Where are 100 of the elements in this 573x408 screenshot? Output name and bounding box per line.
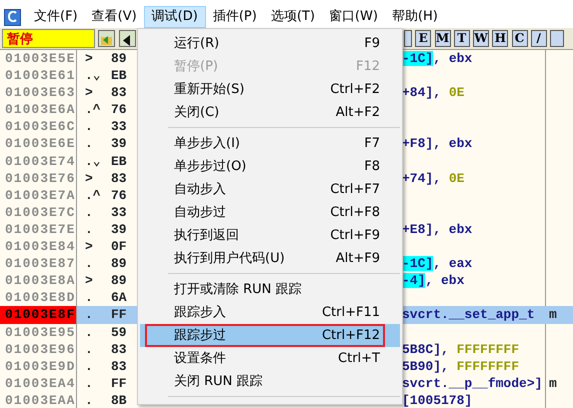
menu-item[interactable]: 窗口(W) bbox=[322, 6, 385, 28]
menu-item[interactable]: 帮助(H) bbox=[384, 6, 445, 28]
jump-mark: . bbox=[84, 392, 94, 408]
hex-cell: 39 bbox=[111, 222, 127, 237]
menu-item[interactable]: 查看(V) bbox=[84, 6, 144, 28]
menu-item[interactable]: 重新开始(S) Ctrl+F2 bbox=[140, 78, 400, 101]
jump-mark: . bbox=[77, 306, 108, 324]
address-cell: 01003E87 bbox=[0, 255, 77, 272]
comment-cell-text: m bbox=[548, 374, 558, 392]
menu-item[interactable]: 文件(F) bbox=[27, 6, 85, 28]
shortcut-label: Alt+F9 bbox=[336, 250, 380, 268]
toolbar-button[interactable] bbox=[550, 30, 564, 47]
app-icon[interactable] bbox=[4, 8, 21, 26]
menu-item[interactable]: 关闭 RUN 跟踪 bbox=[140, 370, 400, 393]
jump-mark: > bbox=[84, 170, 94, 187]
toolbar-button[interactable] bbox=[404, 30, 412, 47]
menu-item[interactable]: 单步步过(O) F8 bbox=[140, 155, 400, 178]
menu-item[interactable]: 跟踪步入 Ctrl+F11 bbox=[140, 301, 400, 324]
disassembly-cell-text: [1005178] bbox=[402, 392, 474, 408]
shortcut-label: Ctrl+F2 bbox=[330, 81, 380, 99]
toolbar-button[interactable]: T bbox=[454, 30, 470, 47]
toolbar-button[interactable]: M bbox=[434, 30, 450, 47]
address-cell: 01003E74 bbox=[0, 152, 77, 170]
toolbar-button[interactable]: E bbox=[415, 30, 432, 47]
shortcut-label: F12 bbox=[356, 58, 380, 76]
menu-item[interactable]: 设置条件 Ctrl+T bbox=[140, 347, 400, 370]
menu-item-label: 执行到用户代码(U) bbox=[174, 250, 285, 268]
hex-cell: 39 bbox=[111, 136, 127, 152]
jump-mark: > bbox=[84, 84, 94, 102]
shortcut-label: F7 bbox=[364, 135, 380, 153]
menu-item[interactable]: 打开或清除 RUN 跟踪 bbox=[140, 278, 400, 301]
disassembly-cell-text: -4], ebx bbox=[402, 272, 466, 290]
shortcut-label: F9 bbox=[364, 35, 380, 53]
jump-mark: . bbox=[84, 118, 94, 136]
hex-cell: 33 bbox=[111, 204, 127, 220]
address-cell: 01003E7E bbox=[0, 220, 77, 238]
hex-cell: 59 bbox=[111, 324, 127, 340]
disassembly-cell-text: 5B90], FFFFFFFF bbox=[402, 358, 520, 375]
address-cell: 01003EA4 bbox=[0, 374, 77, 392]
toolbar-button[interactable]: / bbox=[530, 30, 547, 47]
hex-cell: 6A bbox=[111, 290, 127, 306]
menu-item[interactable]: 单步步入(I) F7 bbox=[140, 132, 400, 155]
shortcut-label: Ctrl+F7 bbox=[330, 181, 380, 199]
toolbar-button[interactable]: W bbox=[473, 30, 489, 47]
jump-mark: .^ bbox=[84, 101, 102, 118]
menu-item[interactable]: 运行(R) F9 bbox=[140, 32, 400, 55]
jump-mark: . bbox=[84, 340, 94, 358]
hex-cell: 83 bbox=[111, 170, 127, 186]
toolbar-button[interactable]: H bbox=[492, 30, 508, 47]
menu-item[interactable]: 执行到返回 Ctrl+F9 bbox=[140, 224, 400, 247]
menu-item-label: 执行到返回 bbox=[174, 227, 239, 245]
menu-item[interactable]: 执行到用户代码(U) Alt+F9 bbox=[140, 247, 400, 270]
shortcut-label: Ctrl+F8 bbox=[330, 204, 380, 222]
folder-icon[interactable] bbox=[98, 30, 116, 47]
menu-item-label: 设置条件 bbox=[174, 350, 226, 368]
menu-item[interactable]: 自动步入 Ctrl+F7 bbox=[140, 178, 400, 201]
address-cell: 01003EAA bbox=[0, 392, 77, 408]
jump-mark: . bbox=[84, 358, 94, 375]
hex-cell: 76 bbox=[111, 102, 127, 118]
hex-cell: 89 bbox=[111, 51, 127, 66]
menu-item-label: 暂停(P) bbox=[174, 58, 218, 76]
jump-mark: .⌄ bbox=[84, 152, 102, 170]
shortcut-label: Ctrl+F9 bbox=[330, 227, 380, 245]
address-cell: 01003E7A bbox=[0, 186, 77, 204]
address-cell: 01003E76 bbox=[0, 170, 77, 187]
shortcut-label: Alt+F2 bbox=[336, 104, 380, 122]
hex-cell: FF bbox=[111, 307, 127, 322]
menu-item[interactable]: 关闭(C) Alt+F2 bbox=[140, 101, 400, 124]
hex-cell: 83 bbox=[111, 85, 127, 100]
comment-cell: m bbox=[545, 306, 573, 324]
menu-item[interactable]: 选项(T) bbox=[264, 6, 322, 28]
hex-cell: 83 bbox=[111, 342, 127, 357]
address-cell: 01003E6C bbox=[0, 118, 77, 136]
disassembly-cell-text: +74], 0E bbox=[402, 170, 466, 187]
disassembly-cell-text: +84], 0E bbox=[402, 84, 466, 102]
menu-item-label: 跟踪步过 bbox=[174, 327, 226, 345]
menu-item[interactable]: 插件(P) bbox=[206, 6, 264, 28]
address-cell: 01003E5E bbox=[0, 50, 77, 68]
menu-item-label: 重新开始(S) bbox=[174, 81, 244, 99]
hex-cell: 83 bbox=[111, 358, 127, 374]
menu-item-label: 打开或清除 RUN 跟踪 bbox=[174, 281, 302, 299]
menu-item-label: 单步步入(I) bbox=[174, 135, 240, 153]
hex-cell: 8B bbox=[111, 392, 127, 408]
shortcut-label: Ctrl+F11 bbox=[322, 304, 380, 322]
jump-mark: . bbox=[84, 135, 94, 153]
menu-item[interactable]: 跟踪步过 Ctrl+F12 bbox=[140, 324, 400, 347]
toolbar-button[interactable]: C bbox=[512, 30, 528, 47]
address-cell: 01003E61 bbox=[0, 67, 77, 84]
menu-item[interactable]: 调试(D) bbox=[144, 6, 206, 28]
jump-mark: . bbox=[84, 374, 94, 392]
address-cell: 01003E8F bbox=[0, 306, 77, 324]
disassembly-cell-text: 5B8C], FFFFFFFF bbox=[402, 340, 520, 358]
shortcut-label: Ctrl+T bbox=[338, 350, 380, 368]
shortcut-label: F8 bbox=[364, 158, 380, 176]
jump-mark: > bbox=[84, 272, 94, 290]
jump-mark: .^ bbox=[84, 186, 102, 204]
menu-item-label: 关闭 RUN 跟踪 bbox=[174, 373, 263, 391]
menu-item[interactable]: 自动步过 Ctrl+F8 bbox=[140, 201, 400, 224]
address-cell: 01003E63 bbox=[0, 84, 77, 102]
disassembly-cell-text: +E8], ebx bbox=[402, 220, 474, 238]
